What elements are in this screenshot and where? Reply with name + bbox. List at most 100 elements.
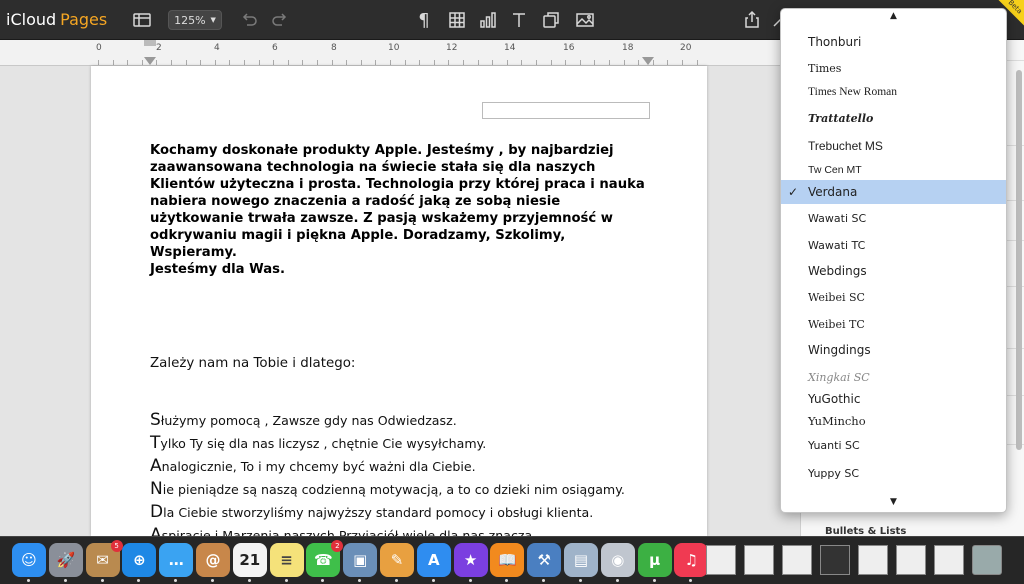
inspector-scrollbar[interactable] bbox=[1016, 70, 1022, 450]
preview-2-glyph: ▤ bbox=[573, 551, 589, 569]
font-option-thonburi[interactable]: Thonburi bbox=[781, 30, 1006, 54]
facetime-icon[interactable]: ☎ 2 bbox=[306, 540, 344, 582]
ruler-tick bbox=[492, 60, 493, 65]
shape-icon[interactable] bbox=[539, 8, 563, 32]
itunes-icon[interactable]: ♫ bbox=[674, 543, 709, 582]
document-page[interactable]: Kochamy doskonałe produkty Apple. Jesteś… bbox=[91, 66, 707, 536]
ruler-tick bbox=[667, 60, 668, 65]
preview-icon[interactable]: ✎ bbox=[380, 543, 414, 582]
ruler-tick bbox=[521, 60, 522, 65]
preview-2-icon[interactable]: ▤ bbox=[564, 543, 598, 582]
font-option-label: Wawati SC bbox=[808, 211, 867, 225]
image-icon[interactable] bbox=[573, 8, 597, 32]
share-icon[interactable] bbox=[740, 8, 764, 32]
font-option-tw-cen-mt[interactable]: Tw Cen MT bbox=[781, 158, 1006, 182]
right-margin-marker[interactable] bbox=[642, 57, 654, 65]
list-item[interactable]: Aspiracje i Marzenia naszych Przyjaciół … bbox=[150, 525, 532, 536]
chart-icon[interactable] bbox=[476, 8, 500, 32]
mail-stamp-icon[interactable]: ✉ 5 bbox=[85, 540, 123, 582]
font-option-yuanti-sc[interactable]: Yuanti SC bbox=[781, 433, 1006, 457]
finder-icon[interactable]: ☺ bbox=[12, 543, 46, 582]
ruler-tick bbox=[142, 60, 143, 65]
font-option-yugothic[interactable]: YuGothic bbox=[781, 387, 1006, 411]
font-option-yumincho[interactable]: YuMincho bbox=[781, 409, 1006, 433]
ruler-tick bbox=[507, 60, 508, 65]
scroll-down-arrow-icon[interactable]: ▼ bbox=[781, 497, 1006, 507]
calendar-glyph: 21 bbox=[239, 551, 261, 569]
trash-icon[interactable] bbox=[972, 545, 1002, 575]
redo-icon[interactable] bbox=[268, 8, 292, 32]
font-option-wingdings[interactable]: Wingdings bbox=[781, 338, 1006, 362]
list-item-text: łużymy pomocą , Zawsze gdy nas Odwiedzas… bbox=[160, 413, 457, 428]
safari-icon[interactable]: ⊕ bbox=[122, 543, 157, 582]
paragraph-icon[interactable]: ¶ bbox=[412, 8, 436, 32]
ruler-tick bbox=[98, 60, 99, 65]
font-option-verdana[interactable]: ✓ Verdana bbox=[781, 180, 1006, 204]
launchpad-icon[interactable]: 🚀 bbox=[48, 543, 83, 582]
font-option-yuppy-sc[interactable]: Yuppy SC bbox=[781, 461, 1006, 485]
utorrent-icon[interactable]: μ bbox=[637, 543, 672, 582]
imovie-star-icon[interactable]: ★ bbox=[453, 543, 488, 582]
text-icon[interactable] bbox=[507, 8, 531, 32]
list-item[interactable]: Tylko Ty się dla nas liczysz , chętnie C… bbox=[150, 433, 486, 453]
font-option-times[interactable]: Times bbox=[781, 56, 1006, 80]
calendar-icon[interactable]: 21 bbox=[232, 543, 267, 582]
minimized-window-thumbnail[interactable] bbox=[706, 545, 736, 575]
undo-icon[interactable] bbox=[237, 8, 261, 32]
font-option-label: Tw Cen MT bbox=[808, 164, 862, 176]
finder-2-icon[interactable]: ◉ bbox=[600, 543, 635, 582]
scroll-up-arrow-icon[interactable]: ▲ bbox=[781, 11, 1006, 21]
font-option-weibei-sc[interactable]: Weibei SC bbox=[781, 285, 1006, 309]
font-option-wawati-tc[interactable]: Wawati TC bbox=[781, 233, 1006, 257]
ruler-tick bbox=[375, 60, 376, 65]
font-option-label: Times New Roman bbox=[808, 86, 898, 98]
font-option-label: Verdana bbox=[808, 185, 858, 199]
minimized-window-thumbnail[interactable] bbox=[744, 545, 774, 575]
minimized-window-thumbnail[interactable] bbox=[782, 545, 812, 575]
font-option-label: Trattatello bbox=[808, 111, 874, 125]
font-option-webdings[interactable]: Webdings bbox=[781, 259, 1006, 283]
messages-icon[interactable]: … bbox=[159, 543, 194, 582]
font-option-xingkai-sc[interactable]: Xingkai SC bbox=[781, 365, 1006, 389]
header-field[interactable] bbox=[482, 102, 650, 119]
font-family-menu[interactable]: ▲ Thonburi Times Times New Roman Trattatell… bbox=[780, 8, 1007, 513]
list-item[interactable]: Dla Ciebie stworzyliśmy najwyższy standa… bbox=[150, 502, 593, 522]
font-option-times-new-roman[interactable]: Times New Roman bbox=[781, 80, 1006, 104]
minimized-window-thumbnail[interactable] bbox=[934, 545, 964, 575]
font-option-trebuchet-ms[interactable]: Trebuchet MS bbox=[781, 134, 1006, 158]
ruler-tick bbox=[594, 60, 595, 65]
ibooks-icon[interactable]: 📖 bbox=[490, 543, 525, 582]
font-option-trattatello[interactable]: Trattatello bbox=[781, 106, 1006, 130]
drop-cap-letter: A bbox=[150, 456, 162, 476]
horizontal-ruler[interactable]: 0 2 4 6 8 10 12 14 16 18 20 bbox=[0, 40, 780, 66]
minimized-window-thumbnail[interactable] bbox=[858, 545, 888, 575]
intro-paragraph[interactable]: Kochamy doskonałe produkty Apple. Jesteś… bbox=[150, 142, 650, 261]
notes-icon[interactable]: ≡ bbox=[269, 543, 304, 582]
photo-browser-icon[interactable]: ▣ bbox=[343, 543, 378, 582]
running-indicator bbox=[100, 579, 104, 582]
drop-cap-letter: N bbox=[150, 479, 163, 499]
tagline[interactable]: Jesteśmy dla Was. bbox=[150, 261, 650, 278]
list-item[interactable]: Nie pieniądze są naszą codzienną motywac… bbox=[150, 479, 625, 499]
left-margin-marker[interactable] bbox=[144, 57, 156, 65]
font-option-wawati-sc[interactable]: Wawati SC bbox=[781, 206, 1006, 230]
list-item-text: nalogicznie, To i my chcemy być ważni dl… bbox=[161, 459, 476, 474]
minimized-window-thumbnail[interactable] bbox=[820, 545, 850, 575]
zoom-select[interactable]: 125% ▼ bbox=[168, 10, 222, 30]
contacts-icon[interactable]: @ bbox=[196, 543, 230, 582]
app-store-icon[interactable]: A bbox=[416, 543, 451, 582]
minimized-window-thumbnail[interactable] bbox=[896, 545, 926, 575]
font-option-weibei-tc[interactable]: Weibei TC bbox=[781, 312, 1006, 336]
ruler-tick bbox=[536, 60, 537, 65]
ruler-tick bbox=[156, 60, 157, 65]
running-indicator bbox=[615, 579, 619, 582]
list-intro[interactable]: Zależy nam na Tobie i dlatego: bbox=[150, 356, 355, 371]
list-item[interactable]: Analogicznie, To i my chcemy być ważni d… bbox=[150, 456, 476, 476]
xcode-icon[interactable]: ⚒ bbox=[527, 543, 562, 582]
document-body[interactable]: Kochamy doskonałe produkty Apple. Jesteś… bbox=[150, 142, 650, 278]
notes-glyph: ≡ bbox=[280, 551, 293, 569]
sidebar-view-icon[interactable] bbox=[130, 8, 154, 32]
table-icon[interactable] bbox=[445, 8, 469, 32]
list-item[interactable]: Służymy pomocą , Zawsze gdy nas Odwiedza… bbox=[150, 410, 457, 430]
first-line-indent-marker[interactable] bbox=[144, 40, 156, 46]
